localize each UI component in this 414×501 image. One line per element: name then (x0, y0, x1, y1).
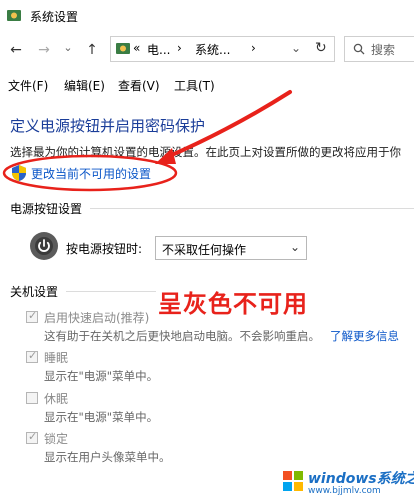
forward-arrow-icon[interactable]: → (34, 40, 54, 60)
search-box[interactable]: 搜索 (344, 36, 414, 62)
menu-tools[interactable]: 工具(T) (174, 77, 215, 94)
lock-label: 锁定 (44, 432, 69, 446)
change-unavailable-settings-link[interactable]: 更改当前不可用的设置 (31, 165, 151, 182)
section-divider (90, 208, 414, 209)
control-panel-icon (7, 10, 21, 21)
uac-shield-icon (12, 165, 26, 181)
address-prefix[interactable]: « (133, 41, 140, 55)
watermark-title: windows系统之家 (308, 471, 414, 487)
search-icon (353, 43, 365, 55)
sleep-label: 睡眠 (44, 351, 69, 365)
power-button-action-label: 按电源按钮时: (66, 242, 143, 256)
section-divider (66, 291, 156, 292)
breadcrumb-separator: › (177, 41, 182, 55)
address-bar[interactable]: « 电... › 系统... › ⌄ ↻ (110, 36, 335, 62)
up-arrow-icon[interactable]: ↑ (82, 40, 102, 60)
fast-startup-label: 启用快速启动(推荐) (44, 311, 150, 325)
window-title: 系统设置 (30, 10, 79, 24)
breadcrumb-segment-2[interactable]: 系统... (195, 41, 230, 58)
fast-startup-description: 这有助于在关机之后更快地启动电脑。不会影响重启。 (44, 329, 320, 343)
menu-edit[interactable]: 编辑(E) (64, 77, 105, 94)
sleep-description: 显示在"电源"菜单中。 (44, 369, 159, 383)
shutdown-section-heading: 关机设置 (10, 285, 59, 299)
hibernate-label: 休眠 (44, 392, 69, 406)
page-description: 选择最为你的计算机设置的电源设置。在此页上对设置所做的更改将应用于你 (10, 145, 401, 159)
learn-more-link[interactable]: 了解更多信息 (330, 328, 399, 344)
menu-file[interactable]: 文件(F) (8, 77, 48, 94)
search-input[interactable]: 搜索 (371, 41, 395, 58)
page-title: 定义电源按钮并启用密码保护 (10, 117, 206, 135)
refresh-icon[interactable]: ↻ (315, 40, 327, 56)
sleep-checkbox[interactable]: ✓ (26, 349, 38, 363)
address-dropdown-icon[interactable]: ⌄ (291, 41, 301, 55)
site-watermark: windows系统之家 www.bjjmlv.com (278, 464, 414, 501)
title-bar: 系统设置 (0, 0, 414, 32)
power-icon (30, 232, 58, 260)
breadcrumb-segment-1[interactable]: 电... (147, 41, 170, 58)
breadcrumb-separator-2: › (251, 41, 256, 55)
watermark-url: www.bjjmlv.com (308, 486, 381, 496)
recent-locations-chevron-icon[interactable]: ⌄ (58, 38, 78, 58)
windows-logo-icon (283, 471, 303, 491)
hibernate-description: 显示在"电源"菜单中。 (44, 410, 159, 424)
back-arrow-icon[interactable]: ← (6, 40, 26, 60)
hibernate-checkbox[interactable] (26, 392, 38, 404)
control-panel-small-icon (116, 43, 130, 54)
grayed-out-annotation: 呈灰色不可用 (158, 290, 308, 318)
power-button-section-heading: 电源按钮设置 (10, 202, 83, 216)
chevron-down-icon: ⌄ (289, 240, 300, 254)
lock-checkbox[interactable]: ✓ (26, 430, 38, 444)
fast-startup-checkbox[interactable]: ✓ (26, 309, 38, 323)
menu-view[interactable]: 查看(V) (118, 77, 160, 94)
power-button-action-select[interactable]: 不采取任何操作 ⌄ (155, 236, 307, 260)
lock-description: 显示在用户头像菜单中。 (44, 450, 171, 464)
power-button-action-value: 不采取任何操作 (162, 243, 247, 257)
